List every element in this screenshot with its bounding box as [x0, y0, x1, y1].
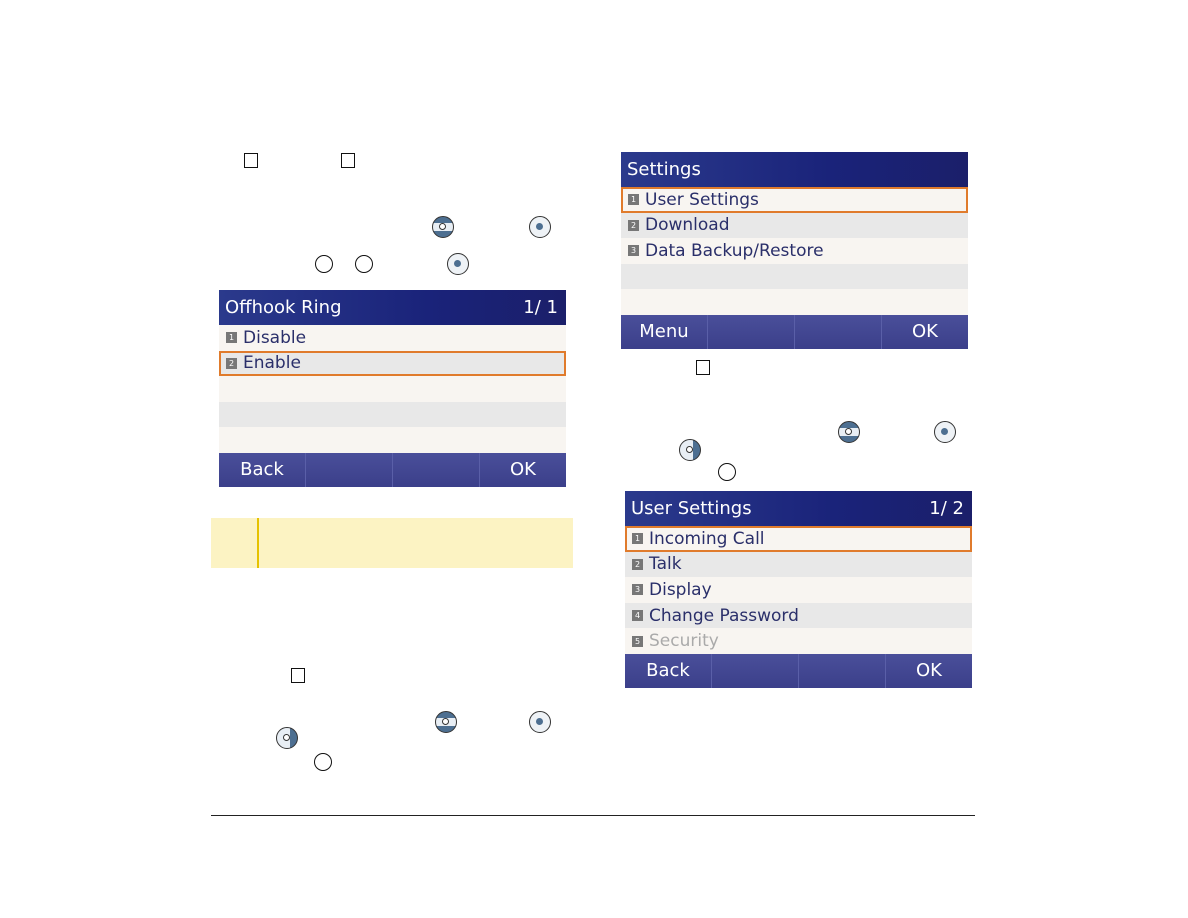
settings-screen: Settings 1 User Settings 2 Download 3 Data Bac…: [621, 152, 968, 350]
menu-item[interactable]: 2 Enable: [219, 350, 566, 377]
menu-item-label: Data Backup/Restore: [645, 240, 824, 261]
empty-row: [219, 401, 566, 428]
menu-item[interactable]: 1 User Settings: [621, 187, 968, 213]
menu-item-label: User Settings: [645, 189, 759, 210]
enter-key-icon: [529, 216, 551, 238]
menu-item-label: Change Password: [649, 605, 799, 626]
softkey[interactable]: OK: [480, 453, 566, 487]
enter-key-icon: [934, 421, 956, 443]
item-number-icon: 1: [632, 533, 643, 545]
softkey[interactable]: Back: [625, 653, 712, 688]
softkey[interactable]: [708, 314, 795, 349]
dial-key-icon: [314, 753, 332, 771]
navigation-key-right-icon: [276, 727, 298, 749]
menu-item[interactable]: 3 Display: [625, 577, 972, 603]
softkey[interactable]: Menu: [621, 314, 708, 349]
screen-title-bar: Offhook Ring 1/ 1: [219, 290, 566, 325]
softkey[interactable]: OK: [882, 315, 968, 349]
page-indicator: 1/ 1: [523, 297, 558, 318]
menu-item-label: Talk: [649, 554, 682, 575]
dial-key-icon: [355, 255, 373, 273]
key-icon: [244, 153, 258, 168]
softkey[interactable]: Back: [219, 452, 306, 487]
menu-item-label: Display: [649, 579, 712, 600]
navigation-key-updown-icon: [432, 216, 454, 238]
menu-item-label: Security: [649, 631, 719, 652]
item-number-icon: 5: [632, 635, 643, 647]
menu-item-label: Disable: [243, 327, 307, 348]
key-icon: [291, 668, 305, 683]
softkey[interactable]: [712, 653, 799, 688]
navigation-key-updown-icon: [435, 711, 457, 733]
screen-title: User Settings: [631, 498, 752, 519]
page-indicator: 1/ 2: [929, 498, 964, 519]
menu-item[interactable]: 3 Data Backup/Restore: [621, 238, 968, 264]
item-number-icon: 2: [632, 558, 643, 570]
menu-item[interactable]: 5 Security: [625, 628, 972, 654]
softkey[interactable]: OK: [886, 654, 972, 688]
screen-title: Settings: [627, 159, 701, 180]
item-number-icon: 2: [226, 357, 237, 369]
menu-item[interactable]: 2 Download: [621, 212, 968, 239]
screen-title-bar: Settings: [621, 152, 968, 187]
key-icon: [696, 360, 710, 375]
user-settings-screen: User Settings 1/ 2 1 Incoming Call 2 Talk 3 Dis…: [625, 491, 972, 689]
enter-key-icon: [447, 253, 469, 275]
key-icon: [341, 153, 355, 168]
softkey-bar: Back OK: [219, 452, 566, 487]
softkey-bar: Back OK: [625, 653, 972, 688]
note-box: [211, 518, 573, 568]
softkey[interactable]: [795, 314, 882, 349]
menu-item[interactable]: 1 Disable: [219, 325, 566, 351]
navigation-key-updown-icon: [838, 421, 860, 443]
softkey[interactable]: [799, 653, 886, 688]
manual-page: Offhook Ring 1/ 1 1 Disable 2 Enable Back OK Se…: [0, 0, 1188, 918]
menu-item[interactable]: 1 Incoming Call: [625, 526, 972, 552]
footer-rule: [211, 815, 975, 816]
item-number-icon: 3: [628, 245, 639, 257]
empty-row: [219, 427, 566, 453]
item-number-icon: 3: [632, 584, 643, 596]
softkey[interactable]: [393, 452, 480, 487]
softkey[interactable]: [306, 452, 393, 487]
enter-key-icon: [529, 711, 551, 733]
navigation-key-right-icon: [679, 439, 701, 461]
menu-item[interactable]: 4 Change Password: [625, 602, 972, 629]
empty-row: [621, 263, 968, 290]
dial-key-icon: [315, 255, 333, 273]
menu-item-label: Download: [645, 215, 730, 236]
empty-row: [219, 376, 566, 402]
menu-item[interactable]: 2 Talk: [625, 551, 972, 578]
menu-item-label: Enable: [243, 353, 301, 374]
menu-item-label: Incoming Call: [649, 528, 765, 549]
empty-row: [621, 289, 968, 315]
screen-title-bar: User Settings 1/ 2: [625, 491, 972, 526]
offhook-ring-screen: Offhook Ring 1/ 1 1 Disable 2 Enable Back OK: [219, 290, 566, 488]
screen-title: Offhook Ring: [225, 297, 342, 318]
note-divider: [257, 518, 259, 568]
item-number-icon: 1: [226, 332, 237, 344]
item-number-icon: 4: [632, 610, 643, 622]
dial-key-icon: [718, 463, 736, 481]
item-number-icon: 2: [628, 219, 639, 231]
item-number-icon: 1: [628, 194, 639, 206]
softkey-bar: Menu OK: [621, 314, 968, 349]
